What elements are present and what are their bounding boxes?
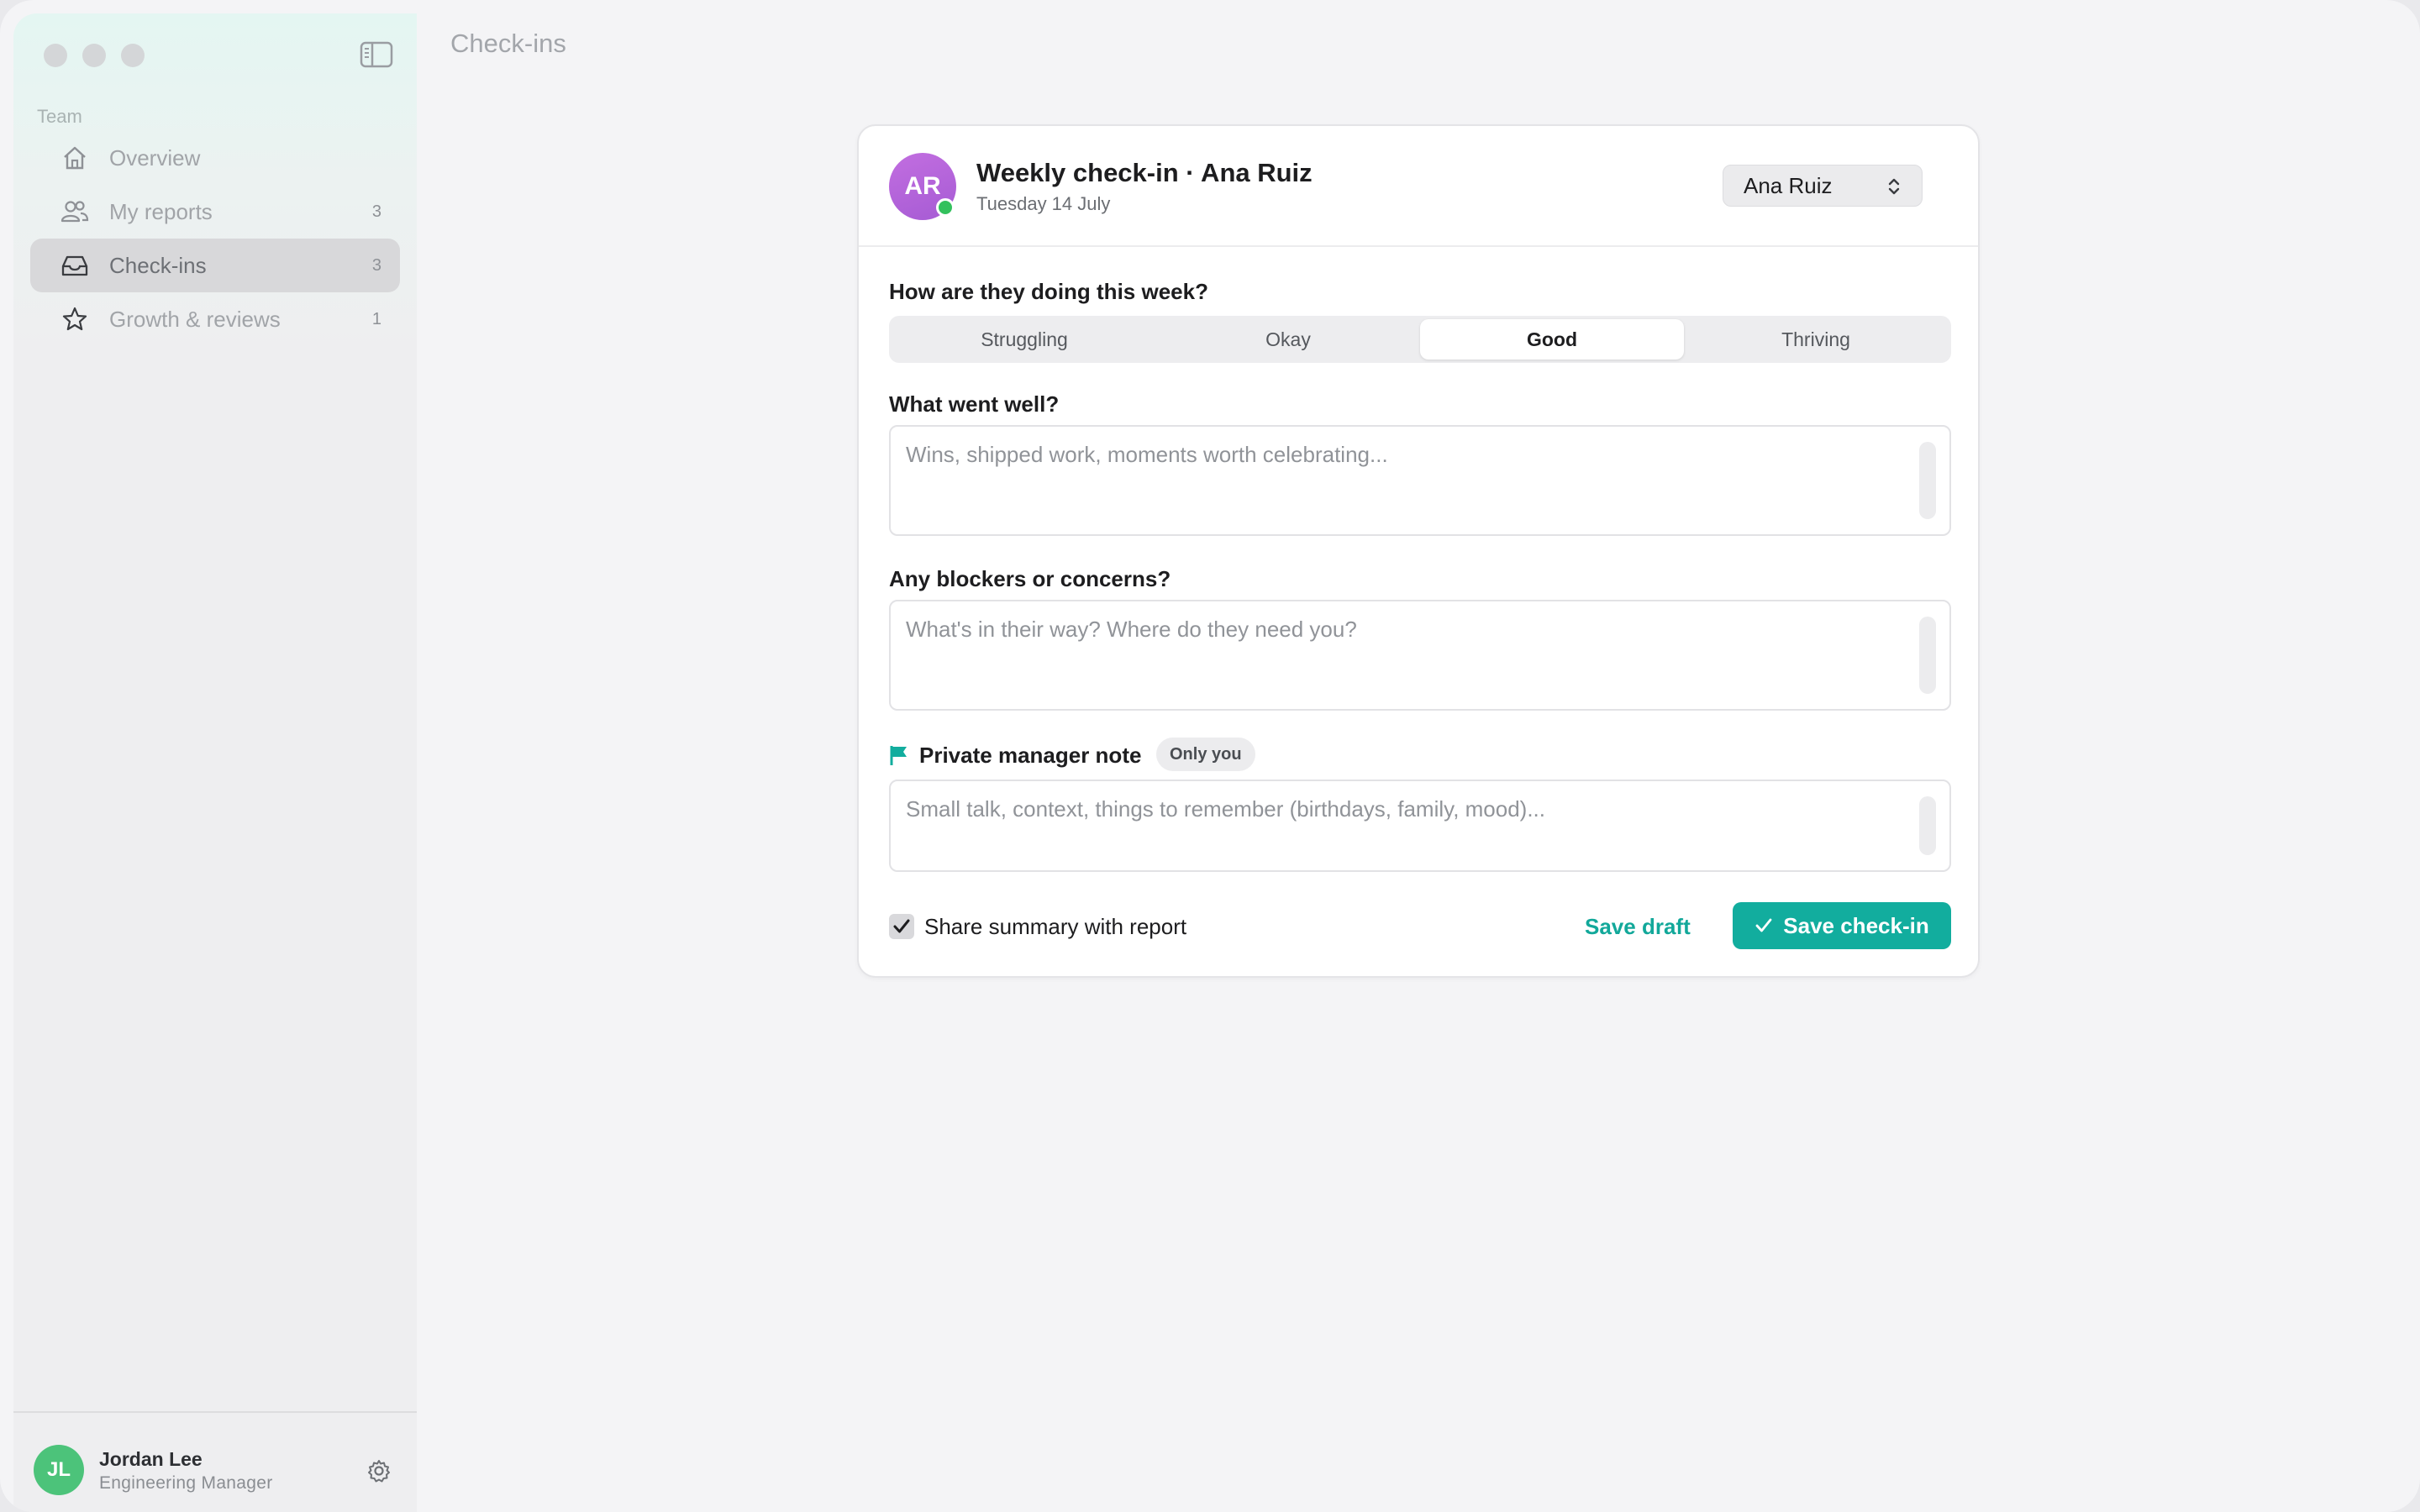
- window-controls: [44, 44, 145, 67]
- only-you-badge: Only you: [1156, 738, 1255, 771]
- sidebar-item-growth-reviews[interactable]: Growth & reviews 1: [30, 292, 400, 346]
- blockers-placeholder: What's in their way? Where do they need …: [906, 617, 1357, 642]
- user-profile: JL Jordan Lee Engineering Manager: [13, 1411, 417, 1512]
- sidebar-toggle-icon[interactable]: [360, 40, 397, 71]
- people-icon: [60, 197, 89, 226]
- person-select-value: Ana Ruiz: [1744, 172, 1833, 198]
- mood-option-okay[interactable]: Okay: [1156, 319, 1420, 360]
- mood-question-label: How are they doing this week?: [889, 279, 1208, 304]
- page-title: Check-ins: [450, 29, 566, 58]
- online-status-icon: [936, 198, 955, 217]
- sidebar-item-count: 3: [371, 255, 381, 275]
- inbox-icon: [60, 251, 89, 280]
- sidebar-item-count: 3: [371, 202, 381, 221]
- mood-option-good[interactable]: Good: [1420, 319, 1684, 360]
- mood-option-struggling[interactable]: Struggling: [892, 319, 1156, 360]
- sidebar-item-check-ins[interactable]: Check-ins 3: [30, 239, 400, 292]
- save-draft-button[interactable]: Save draft: [1585, 914, 1691, 940]
- sidebar-item-label: Overview: [109, 144, 201, 171]
- save-check-in-button[interactable]: Save check-in: [1733, 902, 1951, 949]
- card-date: Tuesday 14 July: [976, 193, 1111, 214]
- check-in-card: AR Weekly check-in · Ana Ruiz Tuesday 14…: [857, 124, 1980, 978]
- sidebar: Team Overview My reports 3 Check-ins 3 G…: [13, 13, 417, 1512]
- checkmark-icon: [893, 919, 910, 933]
- person-select[interactable]: Ana Ruiz: [1723, 165, 1923, 207]
- card-title: Weekly check-in · Ana Ruiz: [976, 158, 1313, 187]
- sidebar-nav: Overview My reports 3 Check-ins 3 Growth…: [30, 131, 400, 346]
- share-checkbox[interactable]: [889, 914, 914, 939]
- home-icon: [60, 144, 89, 172]
- sidebar-item-label: My reports: [109, 198, 213, 224]
- sidebar-section-label: Team: [37, 106, 82, 127]
- sidebar-item-count: 1: [371, 309, 381, 328]
- chevron-up-down-icon: [1886, 176, 1902, 203]
- went-well-textarea[interactable]: Wins, shipped work, moments worth celebr…: [889, 425, 1951, 536]
- mood-segmented-control: Struggling Okay Good Thriving: [889, 316, 1951, 363]
- sidebar-item-label: Growth & reviews: [109, 306, 281, 332]
- user-role: Engineering Manager: [99, 1473, 273, 1493]
- star-icon: [60, 305, 89, 333]
- sidebar-item-my-reports[interactable]: My reports 3: [30, 185, 400, 239]
- sidebar-item-overview[interactable]: Overview: [30, 131, 400, 185]
- textarea-scrollbar[interactable]: [1919, 617, 1936, 694]
- checkmark-icon: [1755, 918, 1772, 932]
- private-note-placeholder: Small talk, context, things to remember …: [906, 796, 1546, 822]
- blockers-label: Any blockers or concerns?: [889, 566, 1171, 591]
- zoom-window-button[interactable]: [121, 44, 145, 67]
- private-note-textarea[interactable]: Small talk, context, things to remember …: [889, 780, 1951, 872]
- card-footer: Share summary with report Save draft Sav…: [889, 902, 1951, 949]
- avatar[interactable]: JL: [34, 1445, 84, 1495]
- went-well-label: What went well?: [889, 391, 1060, 417]
- textarea-scrollbar[interactable]: [1919, 442, 1936, 519]
- save-check-in-label: Save check-in: [1783, 912, 1929, 938]
- gear-icon[interactable]: [366, 1458, 393, 1485]
- minimize-window-button[interactable]: [82, 44, 106, 67]
- mood-option-thriving[interactable]: Thriving: [1684, 319, 1948, 360]
- went-well-placeholder: Wins, shipped work, moments worth celebr…: [906, 442, 1388, 467]
- private-note-label: Private manager note: [919, 743, 1142, 768]
- textarea-scrollbar[interactable]: [1919, 796, 1936, 855]
- sidebar-item-label: Check-ins: [109, 252, 207, 278]
- flag-icon: [889, 744, 911, 766]
- card-header: AR Weekly check-in · Ana Ruiz Tuesday 14…: [859, 126, 1978, 247]
- app-window: Team Overview My reports 3 Check-ins 3 G…: [0, 0, 2420, 1512]
- blockers-textarea[interactable]: What's in their way? Where do they need …: [889, 600, 1951, 711]
- user-name: Jordan Lee: [99, 1448, 203, 1470]
- close-window-button[interactable]: [44, 44, 67, 67]
- share-checkbox-label[interactable]: Share summary with report: [924, 914, 1186, 940]
